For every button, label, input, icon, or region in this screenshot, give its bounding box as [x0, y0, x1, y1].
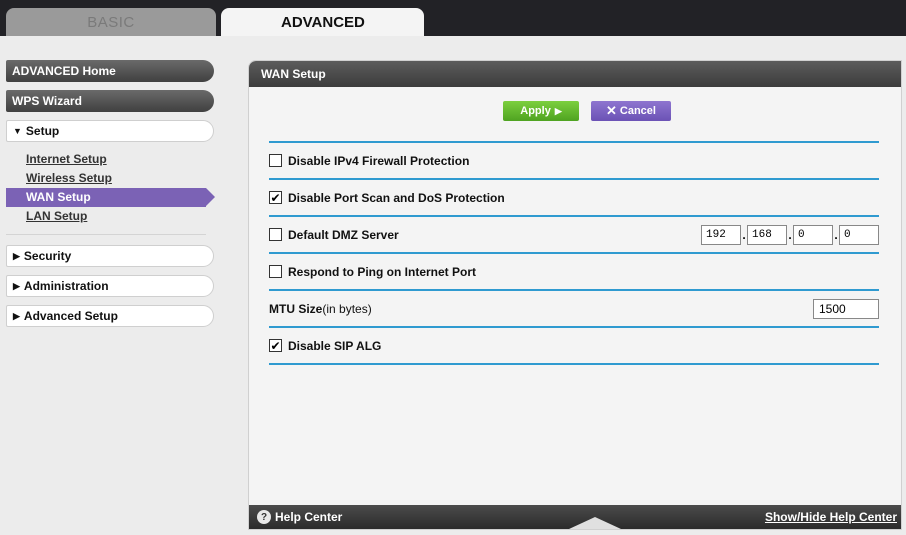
sidebar-administration-label: Administration — [23, 279, 109, 293]
mtu-unit: (in bytes) — [322, 301, 372, 316]
help-center-label: Help Center — [275, 510, 343, 524]
sidebar-advanced-setup[interactable]: ▶ Advanced Setup — [6, 305, 214, 327]
apply-button[interactable]: Apply ▶ — [503, 101, 579, 121]
dmz-label: Default DMZ Server — [288, 227, 399, 242]
cancel-label: Cancel — [619, 105, 656, 117]
portscan-label: Disable Port Scan and DoS Protection — [288, 190, 505, 205]
sidebar-item-wan-setup[interactable]: WAN Setup — [6, 188, 215, 207]
sidebar-advanced-home[interactable]: ADVANCED Home — [6, 60, 214, 82]
divider — [269, 363, 879, 365]
triangle-right-icon: ▶ — [13, 280, 20, 291]
option-sip: ✔ Disable SIP ALG — [269, 328, 879, 363]
sidebar-advanced-setup-label: Advanced Setup — [23, 309, 118, 323]
triangle-down-icon: ▼ — [13, 126, 22, 136]
sidebar-item-wireless-setup[interactable]: Wireless Setup — [6, 169, 214, 188]
firewall-checkbox[interactable] — [269, 154, 282, 167]
cancel-button[interactable]: ✕ Cancel — [591, 101, 671, 121]
sidebar-wps-wizard[interactable]: WPS Wizard — [6, 90, 214, 112]
dmz-ip-input: 192 . 168 . 0 . 0 — [701, 224, 879, 245]
sip-checkbox[interactable]: ✔ — [269, 339, 282, 352]
sidebar-security[interactable]: ▶ Security — [6, 245, 214, 267]
wan-setup-panel: WAN Setup Apply ▶ ✕ Cancel Disable IPv4 … — [248, 60, 902, 530]
portscan-checkbox[interactable]: ✔ — [269, 191, 282, 204]
option-dmz: Default DMZ Server 192 . 168 . 0 . 0 — [269, 217, 879, 252]
sip-label: Disable SIP ALG — [288, 338, 382, 353]
option-mtu: MTU Size(in bytes) 1500 — [269, 291, 879, 326]
tab-advanced[interactable]: ADVANCED — [221, 8, 424, 36]
setup-submenu: Internet Setup Wireless Setup WAN Setup … — [6, 150, 215, 235]
sidebar-administration[interactable]: ▶ Administration — [6, 275, 214, 297]
mtu-label-text: MTU Size — [269, 301, 323, 316]
option-firewall: Disable IPv4 Firewall Protection — [269, 143, 879, 178]
option-portscan: ✔ Disable Port Scan and DoS Protection — [269, 180, 879, 215]
sidebar: ADVANCED Home WPS Wizard ▼ Setup Interne… — [6, 60, 215, 335]
firewall-label: Disable IPv4 Firewall Protection — [288, 153, 470, 168]
help-footer: ? Help Center Show/Hide Help Center — [249, 505, 901, 529]
option-ping: Respond to Ping on Internet Port — [269, 254, 879, 289]
apply-label: Apply — [520, 105, 551, 117]
ip-octet-4[interactable]: 0 — [839, 224, 879, 245]
mtu-input[interactable]: 1500 — [813, 298, 879, 319]
sidebar-item-lan-setup[interactable]: LAN Setup — [6, 207, 214, 226]
play-arrow-icon: ▶ — [554, 105, 562, 116]
triangle-right-icon: ▶ — [13, 310, 20, 321]
sidebar-item-internet-setup[interactable]: Internet Setup — [6, 150, 214, 169]
help-center-link[interactable]: ? Help Center — [257, 510, 342, 524]
ip-octet-1[interactable]: 192 — [701, 224, 741, 245]
panel-title: WAN Setup — [249, 61, 901, 87]
question-icon: ? — [257, 510, 271, 524]
ip-octet-3[interactable]: 0 — [793, 224, 833, 245]
sidebar-setup-label: Setup — [25, 124, 60, 138]
ip-octet-2[interactable]: 168 — [747, 224, 787, 245]
action-buttons: Apply ▶ ✕ Cancel — [503, 101, 671, 121]
dmz-checkbox[interactable] — [269, 228, 282, 241]
tab-basic[interactable]: BASIC — [6, 8, 216, 36]
sidebar-setup[interactable]: ▼ Setup — [6, 120, 214, 142]
wan-options: Disable IPv4 Firewall Protection ✔ Disab… — [269, 141, 879, 365]
divider — [6, 234, 206, 235]
ping-label: Respond to Ping on Internet Port — [288, 264, 476, 279]
expand-arrow-icon[interactable] — [569, 517, 621, 529]
ping-checkbox[interactable] — [269, 265, 282, 278]
close-icon: ✕ — [606, 103, 617, 118]
mtu-label: MTU Size(in bytes) — [269, 302, 372, 316]
panel-body: Apply ▶ ✕ Cancel Disable IPv4 Firewall P… — [249, 87, 901, 507]
sidebar-security-label: Security — [23, 249, 72, 263]
top-tab-bar: BASIC ADVANCED — [0, 0, 906, 36]
triangle-right-icon: ▶ — [13, 250, 20, 261]
show-hide-help-link[interactable]: Show/Hide Help Center — [765, 510, 897, 524]
